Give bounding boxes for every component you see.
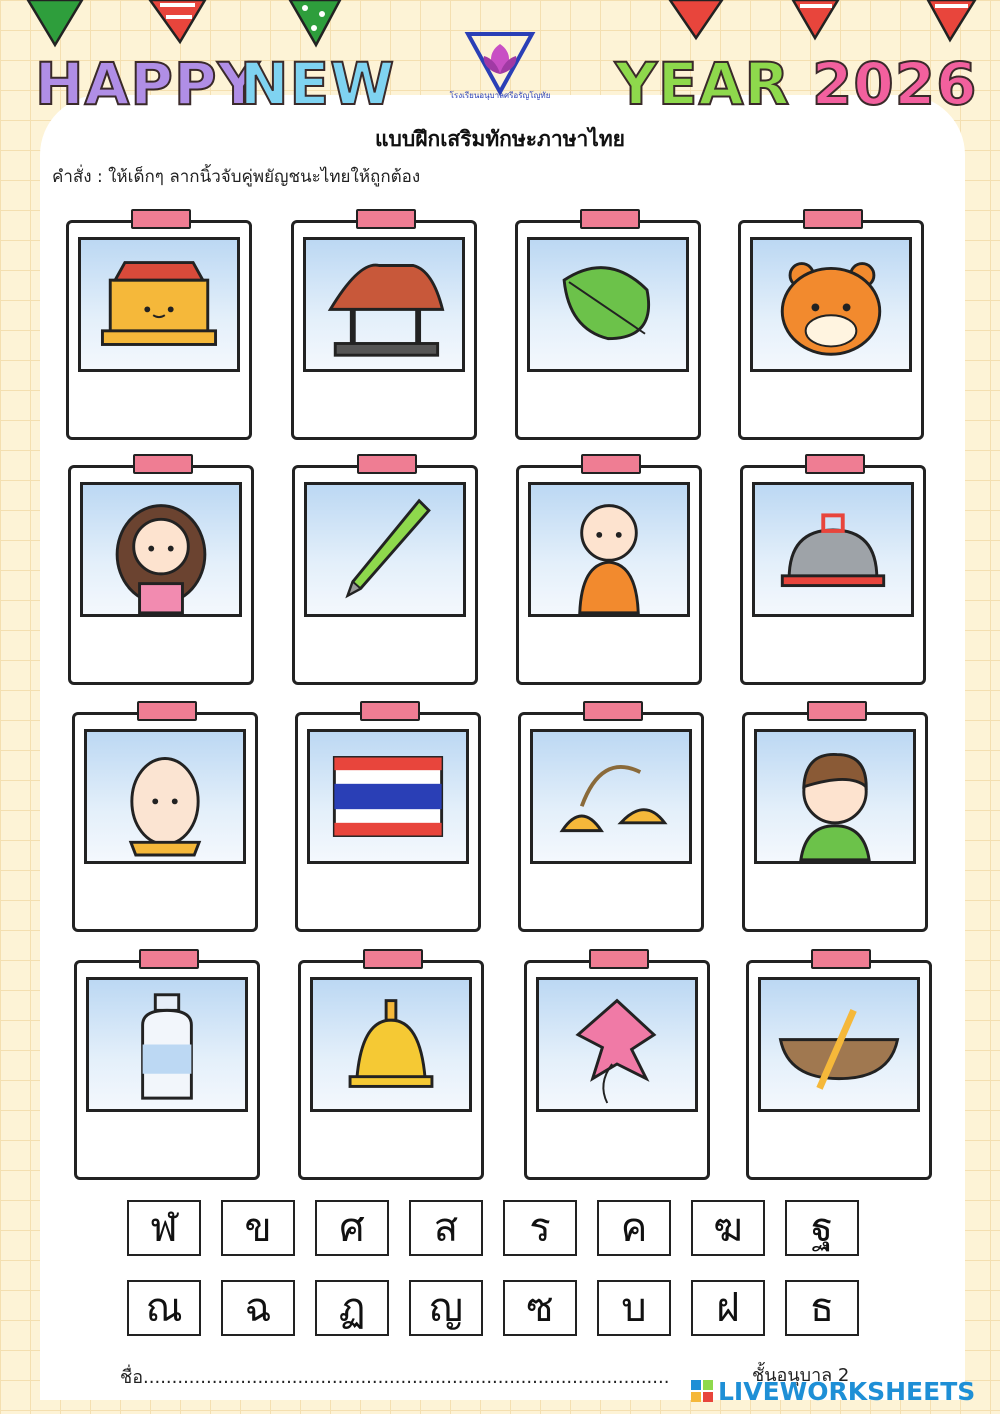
card-tape [807, 701, 867, 721]
card-tape [583, 701, 643, 721]
picture-card[interactable] [66, 209, 252, 440]
letter-box[interactable]: ส [409, 1200, 483, 1256]
pen-icon [345, 498, 431, 599]
letter-box[interactable]: ญ [409, 1280, 483, 1336]
letter-box[interactable]: บ [597, 1280, 671, 1336]
letter-box[interactable]: ฉ [221, 1280, 295, 1336]
picture-card[interactable] [515, 209, 701, 440]
leaf-icon [562, 266, 651, 341]
letter-box[interactable]: ร [503, 1200, 577, 1256]
egg-icon [128, 757, 202, 857]
logo-text: โรงเรียนอนุบาลศรีอรัญโญทัย [450, 90, 551, 100]
picture-card[interactable] [740, 454, 926, 685]
liveworksheets-logo-icon [691, 1380, 713, 1402]
letter-box[interactable]: ค [597, 1200, 671, 1256]
treasure-box-icon [100, 261, 218, 346]
monk-icon [578, 504, 640, 614]
card-tape [803, 209, 863, 229]
bell-icon [348, 999, 434, 1088]
thai-flag-icon [332, 756, 444, 837]
letter-box[interactable]: ข [221, 1200, 295, 1256]
letter-box[interactable]: ฐ [785, 1200, 859, 1256]
boat-icon [778, 1009, 900, 1090]
picture-card[interactable] [295, 701, 481, 932]
tiger-icon [780, 262, 882, 356]
card-tape [589, 949, 649, 969]
card-tape [360, 701, 420, 721]
letter-box[interactable]: ฬ [127, 1200, 201, 1256]
picture-card[interactable] [742, 701, 928, 932]
letter-box[interactable]: ซ [503, 1280, 577, 1336]
letter-box[interactable]: ฆ [691, 1200, 765, 1256]
letter-box[interactable]: ธ [785, 1280, 859, 1336]
card-tape [356, 209, 416, 229]
card-tape [137, 701, 197, 721]
card-tape [580, 209, 640, 229]
cymbals-icon [559, 765, 668, 833]
picture-card[interactable] [72, 701, 258, 932]
card-tape [139, 949, 199, 969]
letter-box[interactable]: ฝ [691, 1280, 765, 1336]
picture-card[interactable] [518, 701, 704, 932]
girl-icon [115, 504, 207, 614]
card-tape [581, 454, 641, 474]
card-tape [811, 949, 871, 969]
food-cover-icon [780, 513, 886, 588]
picture-card[interactable] [292, 454, 478, 685]
title-number: 2026 [811, 49, 978, 119]
instruction-text: คำสั่ง : ให้เด็กๆ ลากนิ้วจับคู่พยัญชนะไท… [52, 167, 421, 187]
title-happy: HAPPY [34, 49, 261, 119]
picture-card[interactable] [516, 454, 702, 685]
boy-icon [799, 753, 871, 861]
picture-card[interactable] [68, 454, 254, 685]
student-name-line: ชื่อ....................................… [120, 1367, 670, 1388]
card-tape [131, 209, 191, 229]
picture-card[interactable] [524, 949, 710, 1180]
worksheet-heading: แบบฝึกเสริมทักษะภาษาไทย [375, 127, 625, 151]
letter-box[interactable]: ฏ [315, 1280, 389, 1336]
picture-card[interactable] [746, 949, 932, 1180]
card-tape [133, 454, 193, 474]
card-tape [363, 949, 423, 969]
title-year: YEAR [614, 49, 791, 119]
picture-card[interactable] [738, 209, 924, 440]
title-new: NEW [239, 49, 396, 119]
brand-text: LIVEWORKSHEETS [718, 1377, 976, 1406]
picture-card[interactable] [291, 209, 477, 440]
letter-box[interactable]: ณ [127, 1280, 201, 1336]
kite-icon [575, 998, 657, 1104]
bottle-icon [141, 993, 193, 1100]
picture-card[interactable] [74, 949, 260, 1180]
letter-box[interactable]: ศ [315, 1200, 389, 1256]
card-tape [357, 454, 417, 474]
card-tape [805, 454, 865, 474]
thai-pavilion-icon [327, 263, 445, 357]
liveworksheets-brand[interactable]: LIVEWORKSHEETS [690, 1377, 975, 1406]
picture-card[interactable] [298, 949, 484, 1180]
school-logo: โรงเรียนอนุบาลศรีอรัญโญทัย [450, 32, 551, 100]
